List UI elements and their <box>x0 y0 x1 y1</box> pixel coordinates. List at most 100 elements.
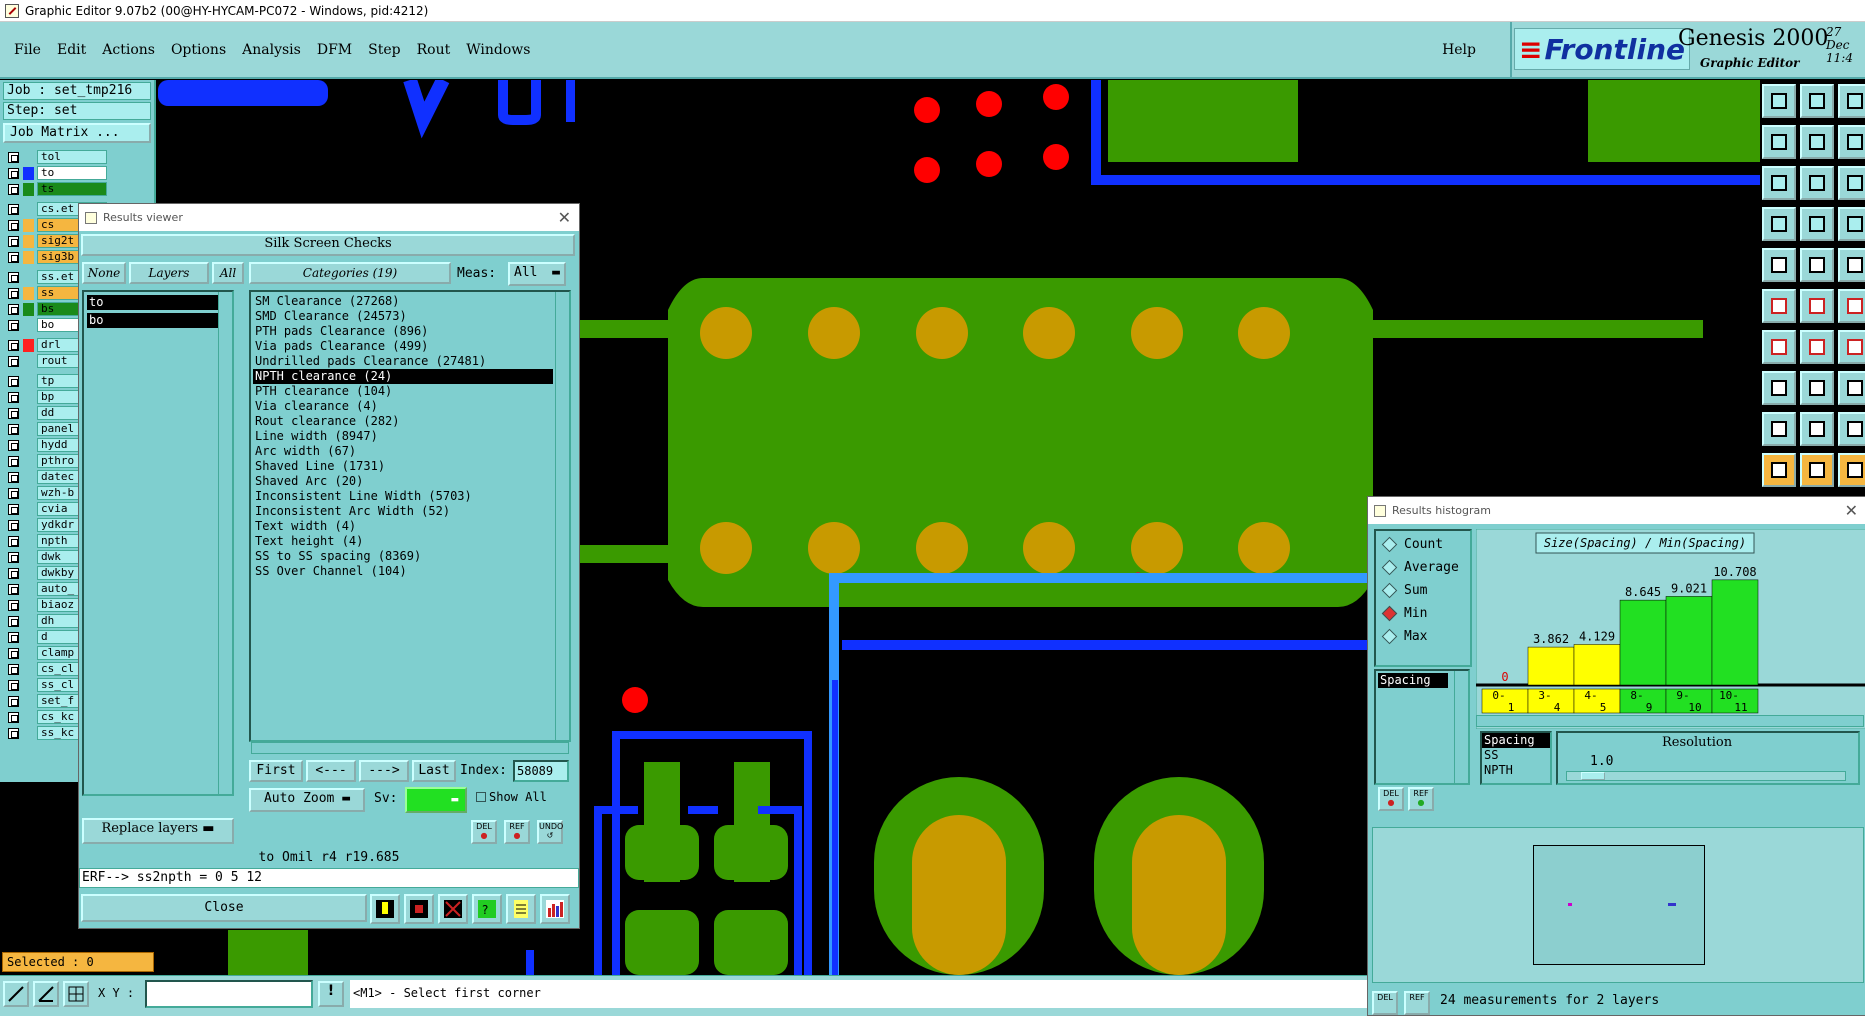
layer-checkbox[interactable] <box>8 375 19 387</box>
menu-dfm[interactable]: DFM <box>317 42 352 58</box>
highlight-icon[interactable] <box>370 894 400 924</box>
ref-button[interactable]: REF ● <box>504 820 530 844</box>
xy-input[interactable] <box>145 980 313 1008</box>
layer-checkbox[interactable] <box>8 407 19 419</box>
pan-right-icon[interactable] <box>1800 125 1834 159</box>
prev-button[interactable]: <--- <box>306 760 356 782</box>
lower-list-item-ss[interactable]: SS <box>1482 748 1550 763</box>
info-icon[interactable]: ! <box>318 981 344 1007</box>
pad-icon[interactable] <box>1762 371 1796 405</box>
feature-icon[interactable] <box>1838 371 1865 405</box>
close-icon[interactable]: ✕ <box>1845 501 1858 520</box>
category-item[interactable]: NPTH clearance (24) <box>253 369 553 384</box>
overview-frame[interactable] <box>1533 845 1705 965</box>
layer-checkbox[interactable] <box>8 551 19 563</box>
layer-checkbox[interactable] <box>8 271 19 283</box>
layers-scrollbar[interactable] <box>218 292 232 794</box>
menu-windows[interactable]: Windows <box>466 42 530 58</box>
category-item[interactable]: Via clearance (4) <box>253 399 553 414</box>
category-item[interactable]: Undrilled pads Clearance (27481) <box>253 354 553 369</box>
job-matrix-button[interactable]: Job Matrix ... <box>3 123 151 143</box>
layers-button[interactable]: Layers <box>129 262 209 284</box>
menu-step[interactable]: Step <box>368 42 400 58</box>
snap-icon[interactable] <box>3 981 29 1007</box>
connect-icon[interactable] <box>1762 289 1796 323</box>
auto-zoom-dropdown[interactable]: Auto Zoom ▬ <box>249 788 365 812</box>
pan-up-icon[interactable] <box>1762 84 1796 118</box>
layer-row-tol[interactable]: tol <box>8 149 154 165</box>
layer-checkbox[interactable] <box>8 339 19 351</box>
layer-checkbox[interactable] <box>8 519 19 531</box>
replace-layers-dropdown[interactable]: Replace layers ▬ <box>82 818 234 844</box>
layer-checkbox[interactable] <box>8 423 19 435</box>
layer-checkbox[interactable] <box>8 503 19 515</box>
export-icon[interactable]: ? <box>472 894 502 924</box>
undo-button[interactable]: UNDO ↺ <box>537 820 563 844</box>
pointer-move-icon[interactable] <box>1838 453 1865 487</box>
meas-dropdown[interactable]: All ▬ <box>508 262 566 286</box>
layer-checkbox[interactable] <box>8 219 19 231</box>
layer-checkbox[interactable] <box>8 235 19 247</box>
layer-checkbox[interactable] <box>8 663 19 675</box>
layer-checkbox[interactable] <box>8 599 19 611</box>
select-icon[interactable] <box>1762 248 1796 282</box>
layer-item-to[interactable]: to <box>87 295 221 310</box>
category-item[interactable]: Inconsistent Arc Width (52) <box>253 504 553 519</box>
category-item[interactable]: PTH pads Clearance (896) <box>253 324 553 339</box>
layer-name[interactable]: ts <box>37 182 107 196</box>
step-repeat-icon[interactable] <box>1838 207 1865 241</box>
layer-checkbox[interactable] <box>8 319 19 331</box>
option-max-radio[interactable]: Max <box>1381 628 1427 645</box>
layer-checkbox[interactable] <box>8 711 19 723</box>
fit-all-icon[interactable] <box>1762 166 1796 200</box>
layer-row-ts[interactable]: ts <box>8 181 154 197</box>
menu-analysis[interactable]: Analysis <box>242 42 301 58</box>
category-item[interactable]: Inconsistent Line Width (5703) <box>253 489 553 504</box>
category-item[interactable]: SS Over Channel (104) <box>253 564 553 579</box>
menu-rout[interactable]: Rout <box>417 42 451 58</box>
scale-1-icon[interactable] <box>1838 166 1865 200</box>
triangle-icon[interactable] <box>1762 412 1796 446</box>
option-sum-radio[interactable]: Sum <box>1381 582 1427 599</box>
option-count-radio[interactable]: Count <box>1381 536 1443 553</box>
layer-checkbox[interactable] <box>8 695 19 707</box>
category-item[interactable]: Via pads Clearance (499) <box>253 339 553 354</box>
attr-icon[interactable] <box>1800 412 1834 446</box>
none-button[interactable]: None <box>82 262 126 284</box>
menu-help[interactable]: Help <box>1442 42 1476 58</box>
next-button[interactable]: ---> <box>359 760 409 782</box>
polygon-icon[interactable] <box>1800 248 1834 282</box>
layer-checkbox[interactable] <box>8 355 19 367</box>
layer-checkbox[interactable] <box>8 487 19 499</box>
category-item[interactable]: SS to SS spacing (8369) <box>253 549 553 564</box>
category-item[interactable]: SMD Clearance (24573) <box>253 309 553 324</box>
draw-line-icon[interactable] <box>1762 330 1796 364</box>
layer-checkbox[interactable] <box>8 647 19 659</box>
categories-scrollbar[interactable] <box>555 292 569 740</box>
layer-checkbox[interactable] <box>8 471 19 483</box>
clear-icon[interactable] <box>438 894 468 924</box>
layer-name[interactable]: tol <box>37 150 107 164</box>
category-item[interactable]: Line width (8947) <box>253 429 553 444</box>
severity-dropdown[interactable]: ▬ <box>405 787 467 813</box>
layer-checkbox[interactable] <box>8 303 19 315</box>
report-icon[interactable] <box>506 894 536 924</box>
layer-checkbox[interactable] <box>8 567 19 579</box>
layer-checkbox[interactable] <box>8 727 19 739</box>
rotate-view-icon[interactable] <box>1762 207 1796 241</box>
lower-list-item-npth[interactable]: NPTH <box>1482 763 1550 778</box>
histogram-list-scrollbar[interactable] <box>1454 671 1468 783</box>
category-item[interactable]: Shaved Arc (20) <box>253 474 553 489</box>
layer-checkbox[interactable] <box>8 391 19 403</box>
show-all-checkbox[interactable]: Show All <box>476 790 547 804</box>
layer-item-bo[interactable]: bo <box>87 313 221 328</box>
option-min-radio[interactable]: Min <box>1381 605 1427 622</box>
layer-checkbox[interactable] <box>8 583 19 595</box>
fit-profile-icon[interactable] <box>1800 166 1834 200</box>
category-item[interactable]: Rout clearance (282) <box>253 414 553 429</box>
menu-file[interactable]: File <box>14 42 41 58</box>
index-field[interactable]: 58089 <box>513 760 569 782</box>
category-item[interactable]: PTH clearance (104) <box>253 384 553 399</box>
slider-handle[interactable] <box>1581 772 1605 780</box>
close-button[interactable]: Close <box>81 894 367 922</box>
